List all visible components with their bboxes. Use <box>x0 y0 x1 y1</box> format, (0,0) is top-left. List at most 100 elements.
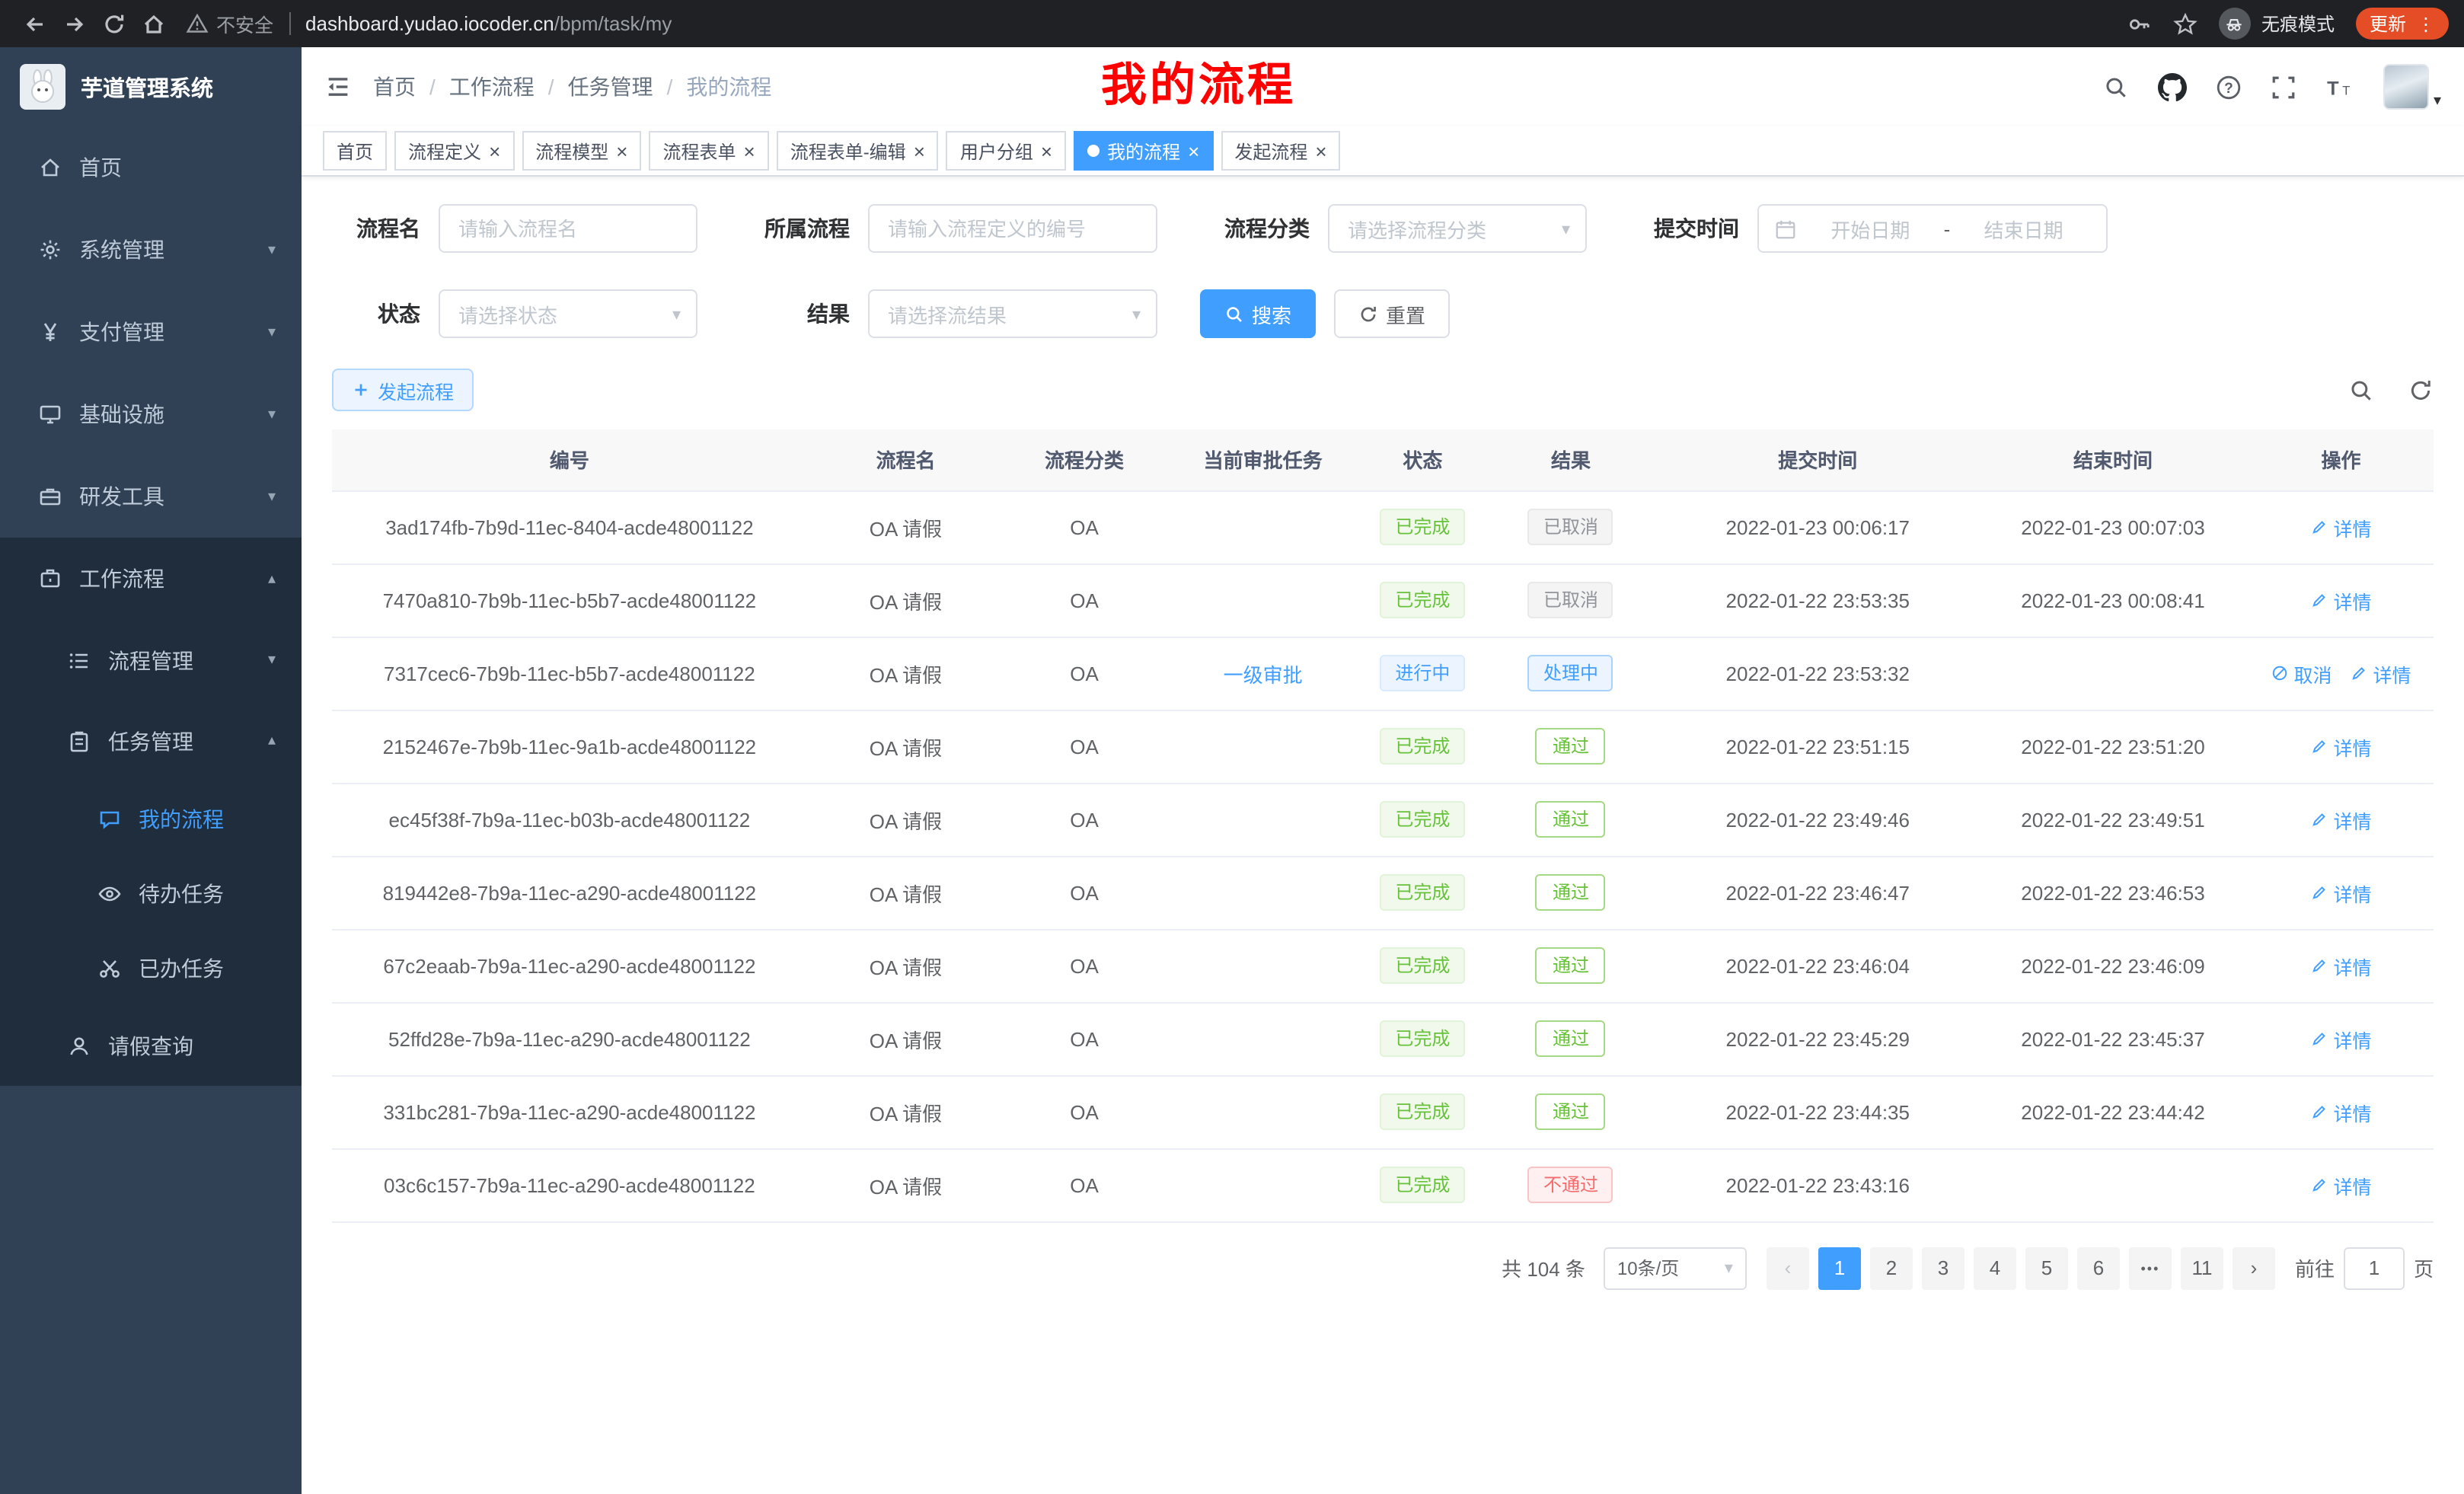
detail-link[interactable]: 详情 <box>2311 586 2372 615</box>
page-button[interactable]: 3 <box>1922 1247 1964 1289</box>
cell-category: OA <box>1004 856 1164 929</box>
page-button[interactable]: 2 <box>1870 1247 1913 1289</box>
sidebar-item-home[interactable]: 首页 <box>0 126 302 209</box>
search-icon[interactable] <box>2103 74 2129 100</box>
tab-process-form-edit[interactable]: 流程表单-编辑× <box>777 131 939 171</box>
current-task-link[interactable]: 一级审批 <box>1224 659 1303 688</box>
tab-user-group[interactable]: 用户分组× <box>946 131 1066 171</box>
bookmark-star-icon[interactable] <box>2173 11 2197 36</box>
fullscreen-icon[interactable] <box>2271 74 2296 100</box>
page-size-select[interactable]: 10条/页 ▾ <box>1604 1247 1747 1289</box>
detail-link[interactable]: 详情 <box>2311 732 2372 761</box>
cell-name: OA 请假 <box>807 710 1004 783</box>
status-badge: 已完成 <box>1380 728 1465 765</box>
refresh-table-icon[interactable] <box>2408 377 2434 403</box>
tab-process-model[interactable]: 流程模型× <box>522 131 641 171</box>
incognito-icon <box>2224 13 2245 34</box>
home-browser-icon[interactable] <box>142 11 166 36</box>
close-icon[interactable]: × <box>1041 141 1052 161</box>
github-icon[interactable] <box>2158 72 2187 101</box>
date-range-picker[interactable]: 开始日期 - 结束日期 <box>1757 204 2108 253</box>
breadcrumb-item[interactable]: 首页 <box>373 72 416 102</box>
security-indicator[interactable]: 不安全 <box>186 9 273 38</box>
update-button[interactable]: 更新 ⋮ <box>2356 8 2449 40</box>
table-row: 3ad174fb-7b9d-11ec-8404-acde48001122 OA … <box>332 490 2434 563</box>
sidebar-item-process-mgmt[interactable]: 流程管理 ▾ <box>0 620 302 701</box>
page-button[interactable]: 11 <box>2181 1247 2223 1289</box>
tab-start-process[interactable]: 发起流程× <box>1221 131 1340 171</box>
next-page-button[interactable]: › <box>2233 1247 2275 1289</box>
detail-link[interactable]: 详情 <box>2311 805 2372 834</box>
avatar-caret-icon[interactable]: ▾ <box>2434 93 2441 110</box>
user-menu[interactable]: ▾ <box>2383 64 2441 110</box>
detail-link[interactable]: 详情 <box>2311 951 2372 980</box>
filter-name-label: 流程名 <box>332 213 420 244</box>
sidebar-item-payment[interactable]: 支付管理 ▾ <box>0 291 302 373</box>
reset-button[interactable]: 重置 <box>1334 289 1450 338</box>
breadcrumb-item[interactable]: 任务管理 <box>568 72 653 102</box>
close-icon[interactable]: × <box>914 141 925 161</box>
back-icon[interactable] <box>23 11 47 36</box>
detail-link[interactable]: 详情 <box>2311 878 2372 907</box>
tab-process-form[interactable]: 流程表单× <box>649 131 768 171</box>
tab-my-process[interactable]: 我的流程× <box>1074 131 1213 171</box>
detail-link[interactable]: 详情 <box>2311 512 2372 541</box>
col-submit-time: 提交时间 <box>1658 429 1978 490</box>
sidebar-item-task-mgmt[interactable]: 任务管理 ▴ <box>0 701 302 781</box>
cancel-link[interactable]: 取消 <box>2271 659 2332 688</box>
result-select[interactable]: 请选择流结果 ▾ <box>868 289 1157 338</box>
close-icon[interactable]: × <box>744 141 755 161</box>
tab-process-definition[interactable]: 流程定义× <box>394 131 514 171</box>
browser-menu-icon[interactable]: ⋮ <box>2417 13 2435 34</box>
page-button[interactable]: 1 <box>1818 1247 1861 1289</box>
category-select[interactable]: 请选择流程分类 ▾ <box>1328 204 1587 253</box>
detail-link[interactable]: 详情 <box>2311 1024 2372 1053</box>
detail-link[interactable]: 详情 <box>2351 659 2411 688</box>
process-name-input[interactable] <box>439 204 697 253</box>
cell-submit-time: 2022-01-22 23:46:47 <box>1658 856 1978 929</box>
detail-link[interactable]: 详情 <box>2311 1097 2372 1126</box>
create-process-button[interactable]: 发起流程 <box>332 369 474 411</box>
svg-text:?: ? <box>2224 80 2233 96</box>
avatar[interactable] <box>2383 64 2429 110</box>
result-badge: 通过 <box>1536 947 1606 984</box>
page-button[interactable]: 5 <box>2025 1247 2068 1289</box>
toggle-search-icon[interactable] <box>2348 377 2374 403</box>
sidebar-item-workflow[interactable]: 工作流程 ▴ <box>0 538 302 620</box>
sidebar-item-infra[interactable]: 基础设施 ▾ <box>0 373 302 455</box>
address-bar[interactable]: dashboard.yudao.iocoder.cn/bpm/task/my <box>305 12 672 35</box>
forward-icon[interactable] <box>62 11 87 36</box>
logo-avatar <box>20 64 65 110</box>
prev-page-button[interactable]: ‹ <box>1767 1247 1809 1289</box>
sidebar-item-leave-query[interactable]: 请假查询 <box>0 1005 302 1086</box>
reload-icon[interactable] <box>102 11 126 36</box>
status-select[interactable]: 请选择状态 ▾ <box>439 289 697 338</box>
app-logo[interactable]: 芋道管理系统 <box>0 47 302 126</box>
page-button[interactable]: 4 <box>1974 1247 2016 1289</box>
more-pages-icon[interactable]: ••• <box>2129 1247 2172 1289</box>
detail-link[interactable]: 详情 <box>2311 1170 2372 1199</box>
close-icon[interactable]: × <box>489 141 500 161</box>
close-icon[interactable]: × <box>616 141 627 161</box>
cell-task <box>1164 490 1361 563</box>
sidebar-item-done-tasks[interactable]: 已办任务 <box>0 931 302 1005</box>
goto-page-input[interactable] <box>2344 1247 2405 1289</box>
sidebar-item-system[interactable]: 系统管理 ▾ <box>0 209 302 291</box>
sidebar-item-todo-tasks[interactable]: 待办任务 <box>0 856 302 931</box>
breadcrumb-item[interactable]: 工作流程 <box>449 72 535 102</box>
sidebar-item-my-process[interactable]: 我的流程 <box>0 781 302 856</box>
key-icon[interactable] <box>2127 11 2152 36</box>
col-current-task: 当前审批任务 <box>1164 429 1361 490</box>
page-button[interactable]: 6 <box>2077 1247 2120 1289</box>
close-icon[interactable]: × <box>1315 141 1326 161</box>
font-size-icon[interactable]: TT <box>2325 74 2354 100</box>
close-icon[interactable]: × <box>1188 141 1199 161</box>
hamburger-icon[interactable] <box>324 73 352 101</box>
sidebar-item-devtools[interactable]: 研发工具 ▾ <box>0 455 302 538</box>
tab-home[interactable]: 首页 <box>323 131 387 171</box>
plus-icon <box>352 381 370 399</box>
process-definition-input[interactable] <box>868 204 1157 253</box>
search-button[interactable]: 搜索 <box>1200 289 1316 338</box>
help-icon[interactable]: ? <box>2216 74 2242 100</box>
url-path: /bpm/task/my <box>554 12 672 35</box>
